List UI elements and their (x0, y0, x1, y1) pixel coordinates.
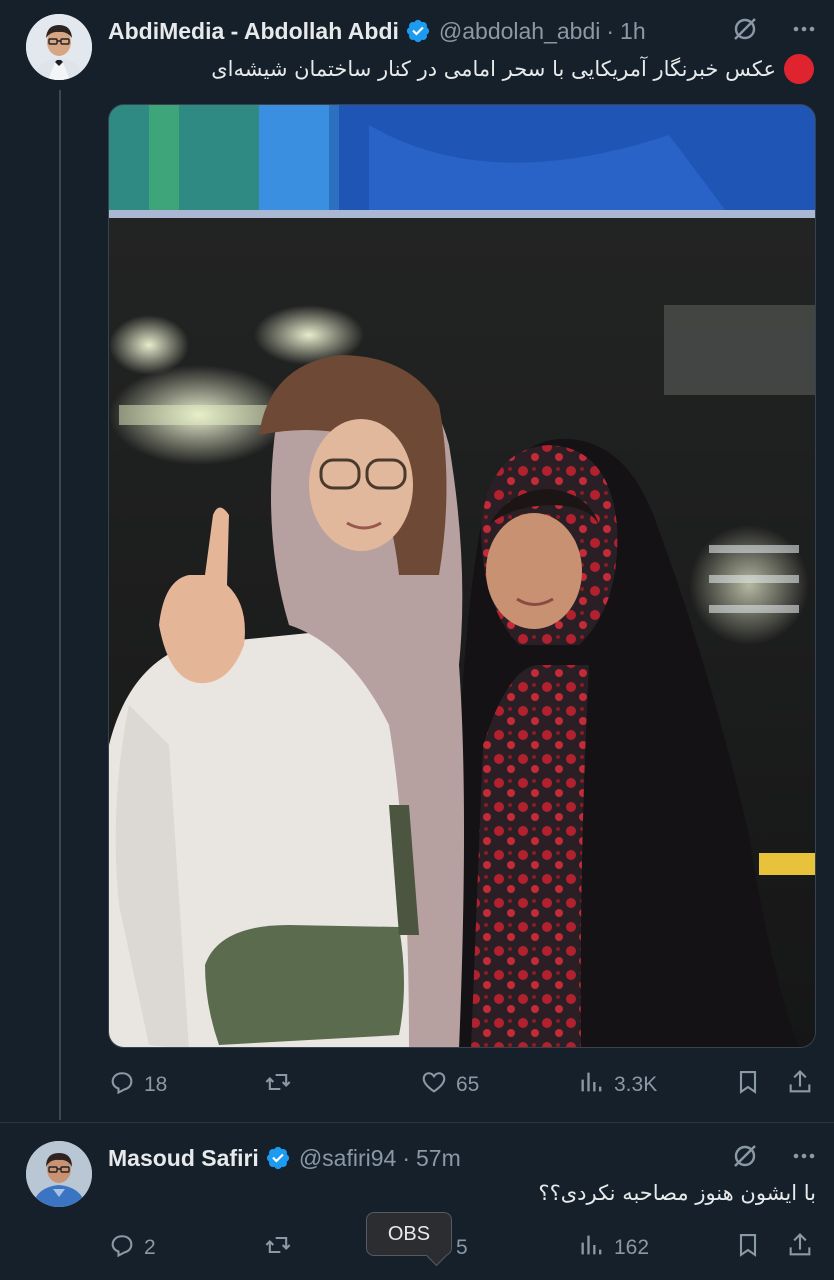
timestamp[interactable]: 57m (416, 1145, 461, 1172)
share-icon (786, 1231, 814, 1265)
tweet-header: AbdiMedia - Abdollah Abdi @abdolah_abdi … (108, 14, 834, 48)
more-icon[interactable] (790, 1142, 818, 1175)
avatar-abdimedia[interactable] (26, 14, 92, 80)
author-name[interactable]: Masoud Safiri (108, 1145, 259, 1172)
views-count: 162 (614, 1236, 650, 1259)
verified-badge-icon (265, 1145, 291, 1171)
red-circle-emoji-icon (784, 54, 814, 84)
author-name[interactable]: AbdiMedia - Abdollah Abdi (108, 18, 399, 45)
separator-dot: · (402, 1144, 410, 1171)
header-icons (730, 1141, 818, 1175)
tweet-header: Masoud Safiri @safiri94 · 57m (108, 1141, 834, 1175)
views-icon (578, 1068, 606, 1102)
bookmark-icon (734, 1231, 762, 1265)
thread-line (59, 90, 61, 1120)
tweet-text: عکس خبرنگار آمریکایی با سحر امامی در کنا… (211, 54, 814, 84)
header-icons (730, 14, 818, 48)
grok-icon[interactable] (730, 1141, 760, 1176)
repost-icon (264, 1068, 292, 1102)
reply-button[interactable]: 2 (108, 1231, 156, 1265)
bookmark-button[interactable] (734, 1068, 762, 1102)
tweet-text: با ایشون هنوز مصاحبه نکردی؟؟ (538, 1181, 816, 1205)
reply-icon (108, 1068, 136, 1102)
author-handle[interactable]: @abdolah_abdi (439, 18, 600, 45)
repost-button[interactable] (264, 1068, 300, 1102)
tweet-actions: 18 65 3.3K (108, 1068, 816, 1102)
separator-dot: · (606, 17, 615, 44)
like-count: 65 (456, 1073, 480, 1096)
reply-button[interactable]: 18 (108, 1068, 167, 1102)
more-icon[interactable] (790, 15, 818, 48)
share-button[interactable] (786, 1068, 814, 1102)
repost-button[interactable] (264, 1231, 300, 1265)
reply-count: 18 (144, 1073, 168, 1096)
bookmark-icon (734, 1068, 762, 1102)
views-count: 3.3K (614, 1073, 658, 1096)
author-handle[interactable]: @safiri94 (299, 1145, 397, 1172)
share-button[interactable] (786, 1231, 814, 1265)
like-count: 5 (456, 1236, 468, 1259)
share-icon (786, 1068, 814, 1102)
reply-count: 2 (144, 1236, 156, 1259)
tweet-photo[interactable] (108, 104, 816, 1048)
timestamp[interactable]: 1h (620, 18, 646, 45)
tweet-reply[interactable]: Masoud Safiri @safiri94 · 57m با ایشون ه… (0, 1122, 834, 1280)
avatar-masoud-safiri[interactable] (26, 1141, 92, 1207)
grok-icon[interactable] (730, 14, 760, 49)
tooltip: OBS (366, 1212, 452, 1256)
tweet-actions: 2 5 162 (108, 1231, 816, 1265)
like-button[interactable]: 65 (420, 1068, 479, 1102)
views-button[interactable]: 162 (578, 1231, 649, 1265)
tweet-main[interactable]: AbdiMedia - Abdollah Abdi @abdolah_abdi … (0, 0, 834, 1120)
reply-icon (108, 1231, 136, 1265)
views-icon (578, 1231, 606, 1265)
views-button[interactable]: 3.3K (578, 1068, 657, 1102)
like-icon (420, 1068, 448, 1102)
verified-badge-icon (405, 18, 431, 44)
repost-icon (264, 1231, 292, 1265)
tweet-text-content: عکس خبرنگار آمریکایی با سحر امامی در کنا… (211, 57, 776, 81)
bookmark-button[interactable] (734, 1231, 762, 1265)
